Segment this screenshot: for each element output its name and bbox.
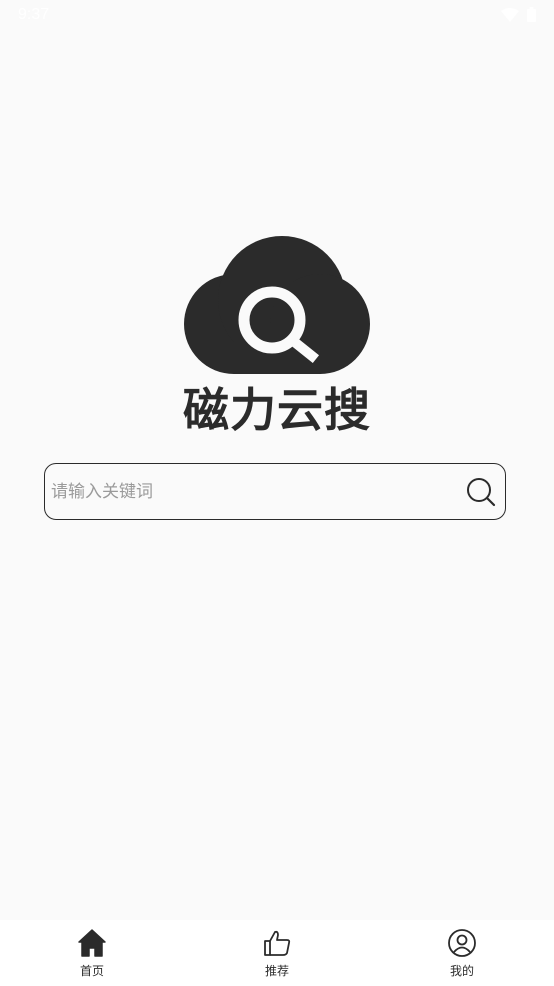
tab-home[interactable]: 首页 — [32, 920, 152, 986]
tab-mine[interactable]: 我的 — [402, 920, 522, 986]
search-icon — [465, 478, 497, 512]
search-button[interactable] — [465, 476, 497, 508]
tab-recommend[interactable]: 推荐 — [217, 920, 337, 986]
search-input[interactable] — [49, 464, 453, 520]
home-icon — [77, 928, 107, 958]
status-icons — [501, 7, 536, 26]
app-title: 磁力云搜 — [183, 383, 371, 437]
search-box[interactable] — [44, 463, 506, 520]
status-bar: 9:37 — [0, 0, 554, 30]
tab-recommend-label: 推荐 — [264, 964, 289, 978]
user-icon — [447, 928, 477, 958]
thumbs-up-icon — [262, 928, 292, 958]
wifi-icon — [501, 7, 519, 26]
cloud-search-icon — [182, 234, 372, 374]
tab-home-label: 首页 — [79, 964, 104, 978]
tab-mine-label: 我的 — [449, 964, 474, 978]
status-time: 9:37 — [18, 6, 50, 23]
bottom-tab-bar: 首页 推荐 我的 — [0, 920, 554, 986]
battery-icon — [527, 7, 536, 26]
